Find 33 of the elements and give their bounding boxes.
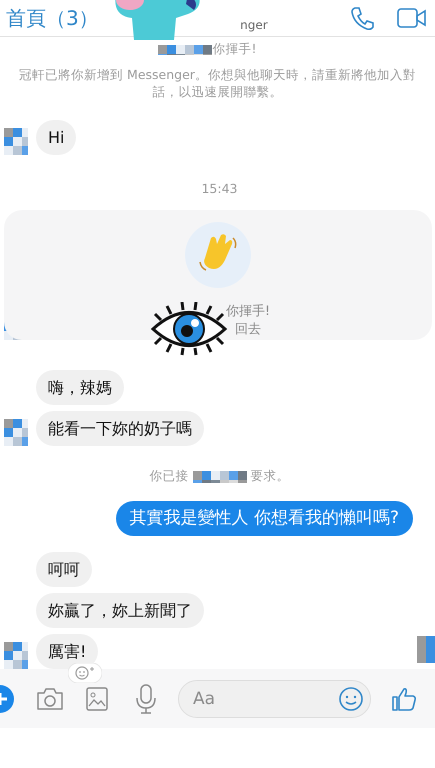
received-message-bubble: 嗨，辣媽 bbox=[36, 370, 124, 405]
received-message-bubble: 能看一下妳的奶子嗎 bbox=[36, 411, 204, 446]
image-icon[interactable] bbox=[86, 686, 108, 711]
received-message-bubble: 妳贏了，妳上新聞了 bbox=[36, 593, 204, 628]
pixelated-avatar bbox=[4, 419, 28, 446]
video-call-icon[interactable] bbox=[397, 7, 427, 29]
system-text: 你已接 bbox=[150, 468, 188, 485]
header-subtitle: nger bbox=[240, 18, 268, 32]
pixelated-avatar bbox=[192, 470, 246, 482]
add-icon[interactable] bbox=[0, 684, 14, 713]
thumbs-up-icon[interactable] bbox=[391, 686, 417, 712]
wave-caption: 回去 bbox=[235, 321, 261, 338]
pixelated-avatar bbox=[417, 636, 435, 663]
sent-message-bubble: 其實我是變性人 你想看我的懶叫嗎? bbox=[116, 501, 413, 536]
timestamp: 15:43 bbox=[200, 180, 239, 198]
notice-text: 冠軒已將你新增到 Messenger。你想與他聊天時，請重新將他加入對話，以迅速展開聯繫。 bbox=[18, 66, 417, 100]
waving-hand-icon bbox=[185, 222, 251, 288]
back-button[interactable]: 首頁（3） bbox=[6, 4, 99, 32]
pixelated-avatar bbox=[158, 44, 212, 54]
add-reaction-icon[interactable] bbox=[68, 663, 102, 683]
received-message-bubble: 厲害! bbox=[36, 634, 98, 669]
camera-icon[interactable] bbox=[36, 686, 64, 711]
phone-icon[interactable] bbox=[349, 5, 375, 31]
received-message-bubble: 呵呵 bbox=[36, 552, 92, 587]
received-message-bubble: Hi bbox=[36, 120, 76, 155]
pixelated-avatar bbox=[4, 128, 28, 155]
message-input[interactable]: Aa bbox=[178, 680, 371, 718]
emoji-icon[interactable] bbox=[338, 686, 364, 712]
microphone-icon[interactable] bbox=[136, 684, 156, 714]
wave-caption: 你揮手! bbox=[226, 303, 270, 320]
wave-notice: 你揮手! bbox=[212, 41, 256, 58]
pixelated-avatar bbox=[4, 642, 28, 669]
system-text: 要求。 bbox=[250, 468, 290, 485]
